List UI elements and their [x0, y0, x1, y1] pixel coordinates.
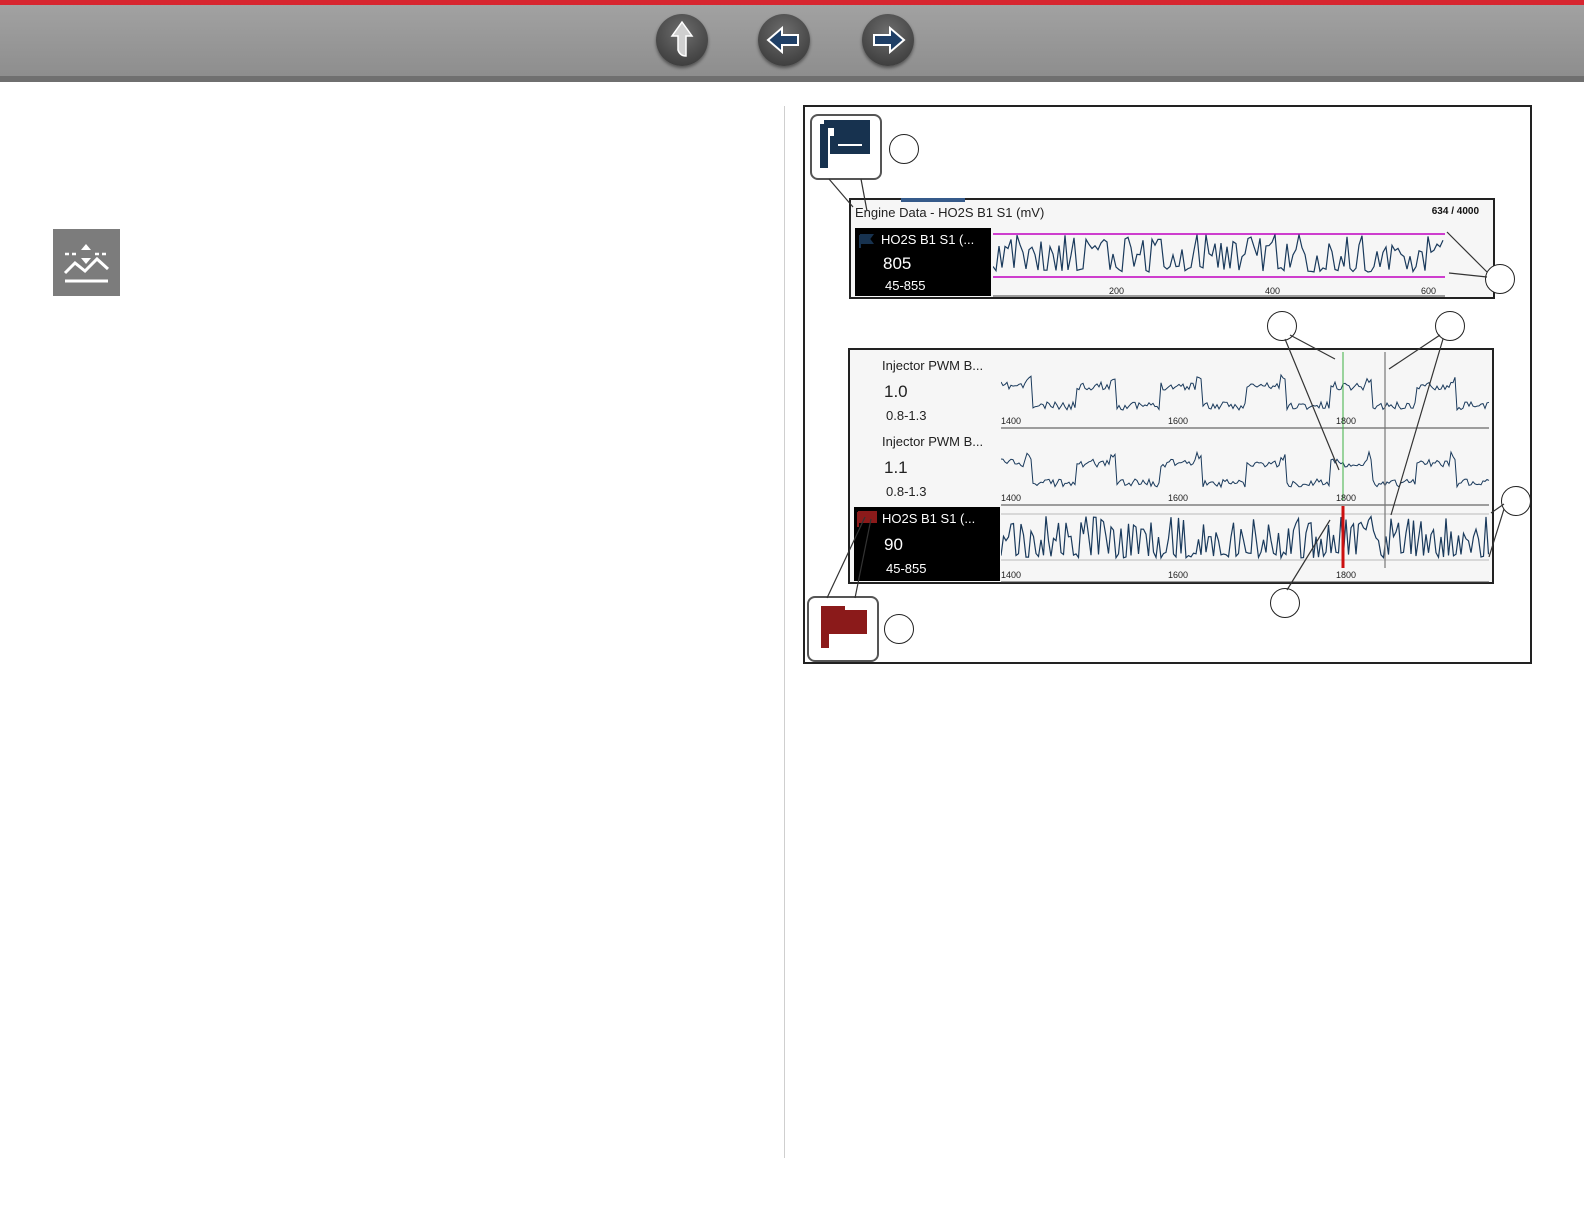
- callout-circle: [1501, 486, 1531, 516]
- callout-circle: [884, 614, 914, 644]
- forward-button[interactable]: [862, 14, 914, 66]
- top-graph-panel: Engine Data - HO2S B1 S1 (mV) 634 / 4000…: [849, 198, 1495, 299]
- param-range: 45-855: [885, 278, 926, 293]
- figure-frame: Engine Data - HO2S B1 S1 (mV) 634 / 4000…: [803, 105, 1532, 664]
- x-tick: 1800: [1336, 416, 1357, 426]
- injector-pwm-2-trace: [1001, 450, 1490, 489]
- ho2s-trace: [1001, 515, 1490, 560]
- blue-flag-zoom: [810, 114, 882, 180]
- flag-icon: [821, 606, 867, 648]
- param-range: 0.8-1.3: [886, 484, 927, 499]
- param-name: HO2S B1 S1 (...: [882, 511, 976, 526]
- graph-zoom-icon: [53, 229, 120, 296]
- param-range: 45-855: [886, 561, 927, 576]
- param-name: HO2S B1 S1 (...: [881, 232, 975, 247]
- callout-circle: [889, 134, 919, 164]
- top-graph-plot[interactable]: [993, 228, 1449, 298]
- red-flag-zoom: [807, 596, 879, 662]
- scroll-indicator: [901, 198, 965, 202]
- param-label-top[interactable]: HO2S B1 S1 (... 805 45-855: [855, 228, 991, 296]
- ho2s-trace: [993, 234, 1444, 274]
- param-name: Injector PWM B...: [882, 434, 984, 449]
- right-arrow-icon: [873, 25, 906, 55]
- param-value: 1.0: [884, 382, 908, 401]
- param-value: 805: [883, 254, 912, 273]
- flag-icon: [859, 234, 874, 248]
- param-range: 0.8-1.3: [886, 408, 927, 423]
- param-label-row-3[interactable]: HO2S B1 S1 (... 90 45-855: [854, 507, 1000, 581]
- home-button[interactable]: [656, 14, 708, 66]
- callout-circle: [1270, 588, 1300, 618]
- flag-icon: [820, 120, 870, 168]
- callout-circle: [1267, 311, 1297, 341]
- x-tick: 1600: [1168, 570, 1189, 580]
- param-label-row-1[interactable]: Injector PWM B... 1.0 0.8-1.3: [854, 354, 1000, 426]
- stacked-graph-panel: Injector PWM B... 1.0 0.8-1.3 Injector P…: [848, 348, 1494, 584]
- left-arrow-icon: [766, 25, 799, 55]
- accent-line: [0, 0, 1584, 5]
- x-tick: 1400: [1001, 493, 1022, 503]
- top-nav-bar: [0, 0, 1584, 82]
- up-arrow-icon: [670, 20, 694, 57]
- x-tick: 200: [1109, 286, 1125, 296]
- param-label-row-2[interactable]: Injector PWM B... 1.1 0.8-1.3: [854, 430, 1000, 502]
- param-value: 1.1: [884, 458, 908, 477]
- x-tick: 1800: [1336, 570, 1357, 580]
- callout-circle: [1435, 311, 1465, 341]
- nav-bar-bottom-edge: [0, 76, 1584, 82]
- x-tick: 1600: [1168, 493, 1189, 503]
- x-tick: 1400: [1001, 416, 1022, 426]
- flag-icon: [857, 511, 877, 527]
- param-value: 90: [884, 535, 903, 554]
- x-tick: 1400: [1001, 570, 1022, 580]
- panel-title: Engine Data - HO2S B1 S1 (mV): [855, 205, 1045, 220]
- x-tick: 1600: [1168, 416, 1189, 426]
- frame-counter: 634 / 4000: [1431, 206, 1479, 217]
- x-tick: 1800: [1336, 493, 1357, 503]
- back-button[interactable]: [758, 14, 810, 66]
- stacked-graph-plot[interactable]: [1001, 350, 1493, 584]
- x-tick: 400: [1265, 286, 1281, 296]
- param-name: Injector PWM B...: [882, 358, 984, 373]
- x-tick: 600: [1421, 286, 1437, 296]
- column-divider: [784, 106, 785, 1158]
- injector-pwm-1-trace: [1001, 373, 1490, 412]
- callout-circle: [1485, 264, 1515, 294]
